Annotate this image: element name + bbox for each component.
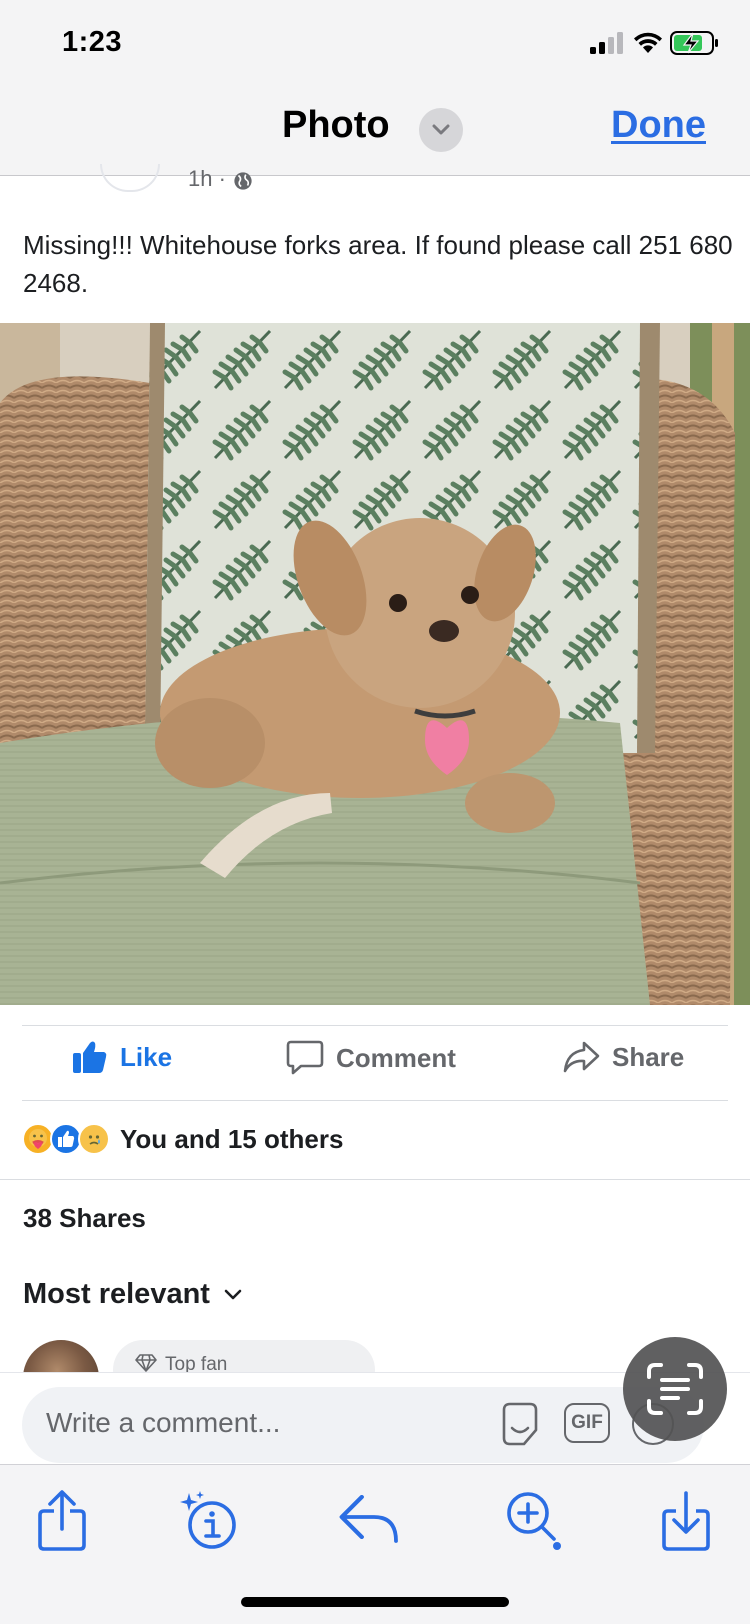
divider: [22, 1100, 728, 1101]
download-icon[interactable]: [660, 1489, 712, 1553]
share-button[interactable]: Share: [562, 1040, 684, 1074]
comment-placeholder: Write a comment...: [46, 1407, 281, 1438]
zoom-search-icon[interactable]: [504, 1489, 562, 1553]
comment-input[interactable]: Write a comment... GIF: [22, 1387, 704, 1463]
shares-count[interactable]: 38 Shares: [23, 1203, 146, 1234]
battery-charging-icon: [670, 31, 718, 55]
reply-arrow-icon[interactable]: [338, 1489, 400, 1545]
comment-button[interactable]: Comment: [286, 1040, 456, 1076]
share-arrow-icon: [563, 1041, 600, 1073]
post-timestamp: 1h ·: [188, 166, 226, 191]
wifi-icon: [634, 32, 662, 53]
divider: [0, 1179, 750, 1180]
like-label: Like: [120, 1041, 173, 1072]
chevron-down-icon: [224, 1289, 242, 1299]
status-bar: 1:23: [0, 0, 750, 88]
thumbs-up-icon: [73, 1041, 107, 1073]
share-sheet-icon[interactable]: [36, 1489, 88, 1553]
info-sparkle-icon[interactable]: [180, 1489, 246, 1553]
comment-sort-dropdown[interactable]: Most relevant: [23, 1278, 242, 1311]
diamond-icon: [135, 1354, 157, 1372]
comment-bubble-icon: [286, 1040, 324, 1075]
sticker-icon[interactable]: [496, 1400, 544, 1448]
done-button[interactable]: Done: [611, 104, 706, 147]
nav-header: Photo Done: [0, 88, 750, 176]
post-caption: Missing!!! Whitehouse forks area. If fou…: [23, 230, 733, 298]
globe-icon: [234, 172, 252, 190]
status-time: 1:23: [62, 26, 123, 58]
sad-icon: [78, 1123, 110, 1155]
live-text-button[interactable]: [623, 1337, 727, 1441]
page-title: Photo: [282, 104, 390, 146]
reactions-summary[interactable]: You and 15 others: [22, 1123, 343, 1155]
like-button[interactable]: Like: [72, 1040, 172, 1074]
reactions-count-text: You and 15 others: [120, 1123, 344, 1154]
title-menu-button[interactable]: [419, 108, 463, 152]
share-label: Share: [612, 1041, 685, 1072]
live-text-icon: [647, 1363, 703, 1415]
divider: [22, 1025, 728, 1026]
post-photo[interactable]: [0, 323, 750, 1005]
comment-label: Comment: [336, 1042, 456, 1073]
author-avatar[interactable]: [100, 164, 160, 192]
home-indicator[interactable]: [241, 1597, 509, 1607]
dog-on-chair-photo: [0, 323, 750, 1005]
cellular-signal-icon: [590, 32, 623, 54]
gif-button[interactable]: GIF: [564, 1403, 610, 1443]
sort-label: Most relevant: [23, 1278, 210, 1310]
chevron-down-icon: [432, 124, 450, 135]
